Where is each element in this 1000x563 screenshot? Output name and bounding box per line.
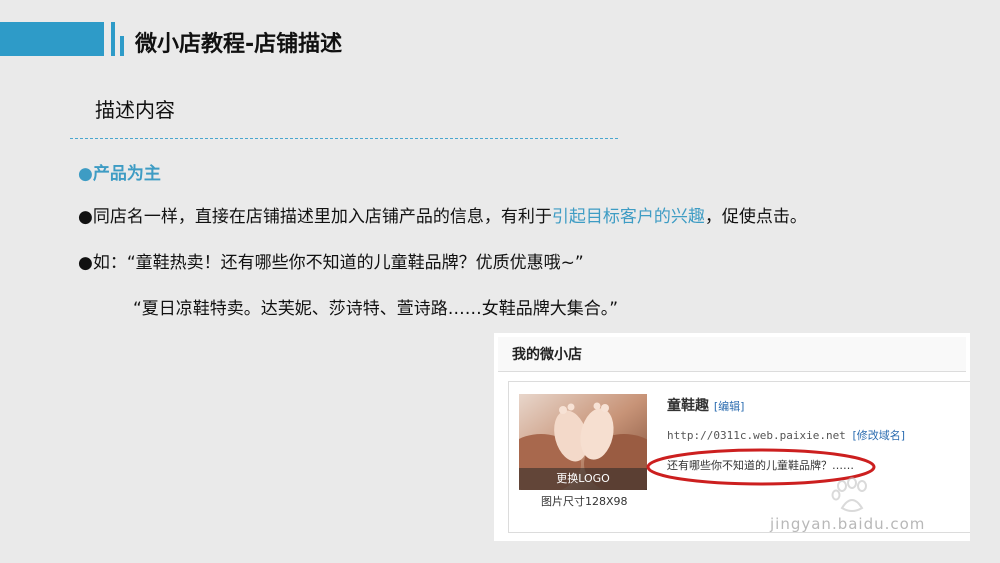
section-subtitle: 描述内容	[95, 98, 175, 122]
slide-title: 微小店教程-店铺描述	[135, 32, 343, 57]
shop-name-text: 童鞋趣	[667, 398, 709, 414]
header-accent-bar	[0, 22, 104, 56]
shop-logo-image: 更换LOGO	[519, 394, 647, 490]
header-accent-line-short	[120, 36, 124, 56]
bullet-line-1: ●同店名一样，直接在店铺描述里加入店铺产品的信息，有利于引起目标客户的兴趣，促使…	[78, 205, 807, 229]
shop-name: 童鞋趣 [编辑]	[667, 396, 744, 417]
dashed-divider	[70, 138, 618, 139]
edit-link[interactable]: [编辑]	[714, 400, 745, 413]
bullet-line-2: ●如：“童鞋热卖！还有哪些你不知道的儿童鞋品牌？优质优惠哦~”	[78, 253, 584, 273]
bullet-line-1-before: ●同店名一样，直接在店铺描述里加入店铺产品的信息，有利于	[78, 207, 552, 227]
shop-panel-title: 我的微小店	[512, 347, 582, 363]
bullet-heading: ●产品为主	[78, 164, 161, 184]
shop-url[interactable]: http://0311c.web.paixie.net	[667, 429, 846, 442]
example-line-3: “夏日凉鞋特卖。达芙妮、莎诗特、萱诗路……女鞋品牌大集合。”	[133, 299, 619, 319]
bullet-line-1-highlight: 引起目标客户的兴趣	[551, 207, 705, 227]
change-logo-button[interactable]: 更换LOGO	[519, 468, 647, 490]
logo-size-caption: 图片尺寸128X98	[541, 495, 628, 508]
watermark-url: jingyan.baidu.com	[770, 515, 926, 533]
shop-url-row: http://0311c.web.paixie.net [修改域名]	[667, 428, 905, 444]
shop-panel-header: 我的微小店	[498, 337, 966, 372]
bullet-line-1-after: ，促使点击。	[704, 207, 807, 227]
header-accent-line	[111, 22, 115, 56]
edit-domain-link[interactable]: [修改域名]	[852, 429, 905, 442]
